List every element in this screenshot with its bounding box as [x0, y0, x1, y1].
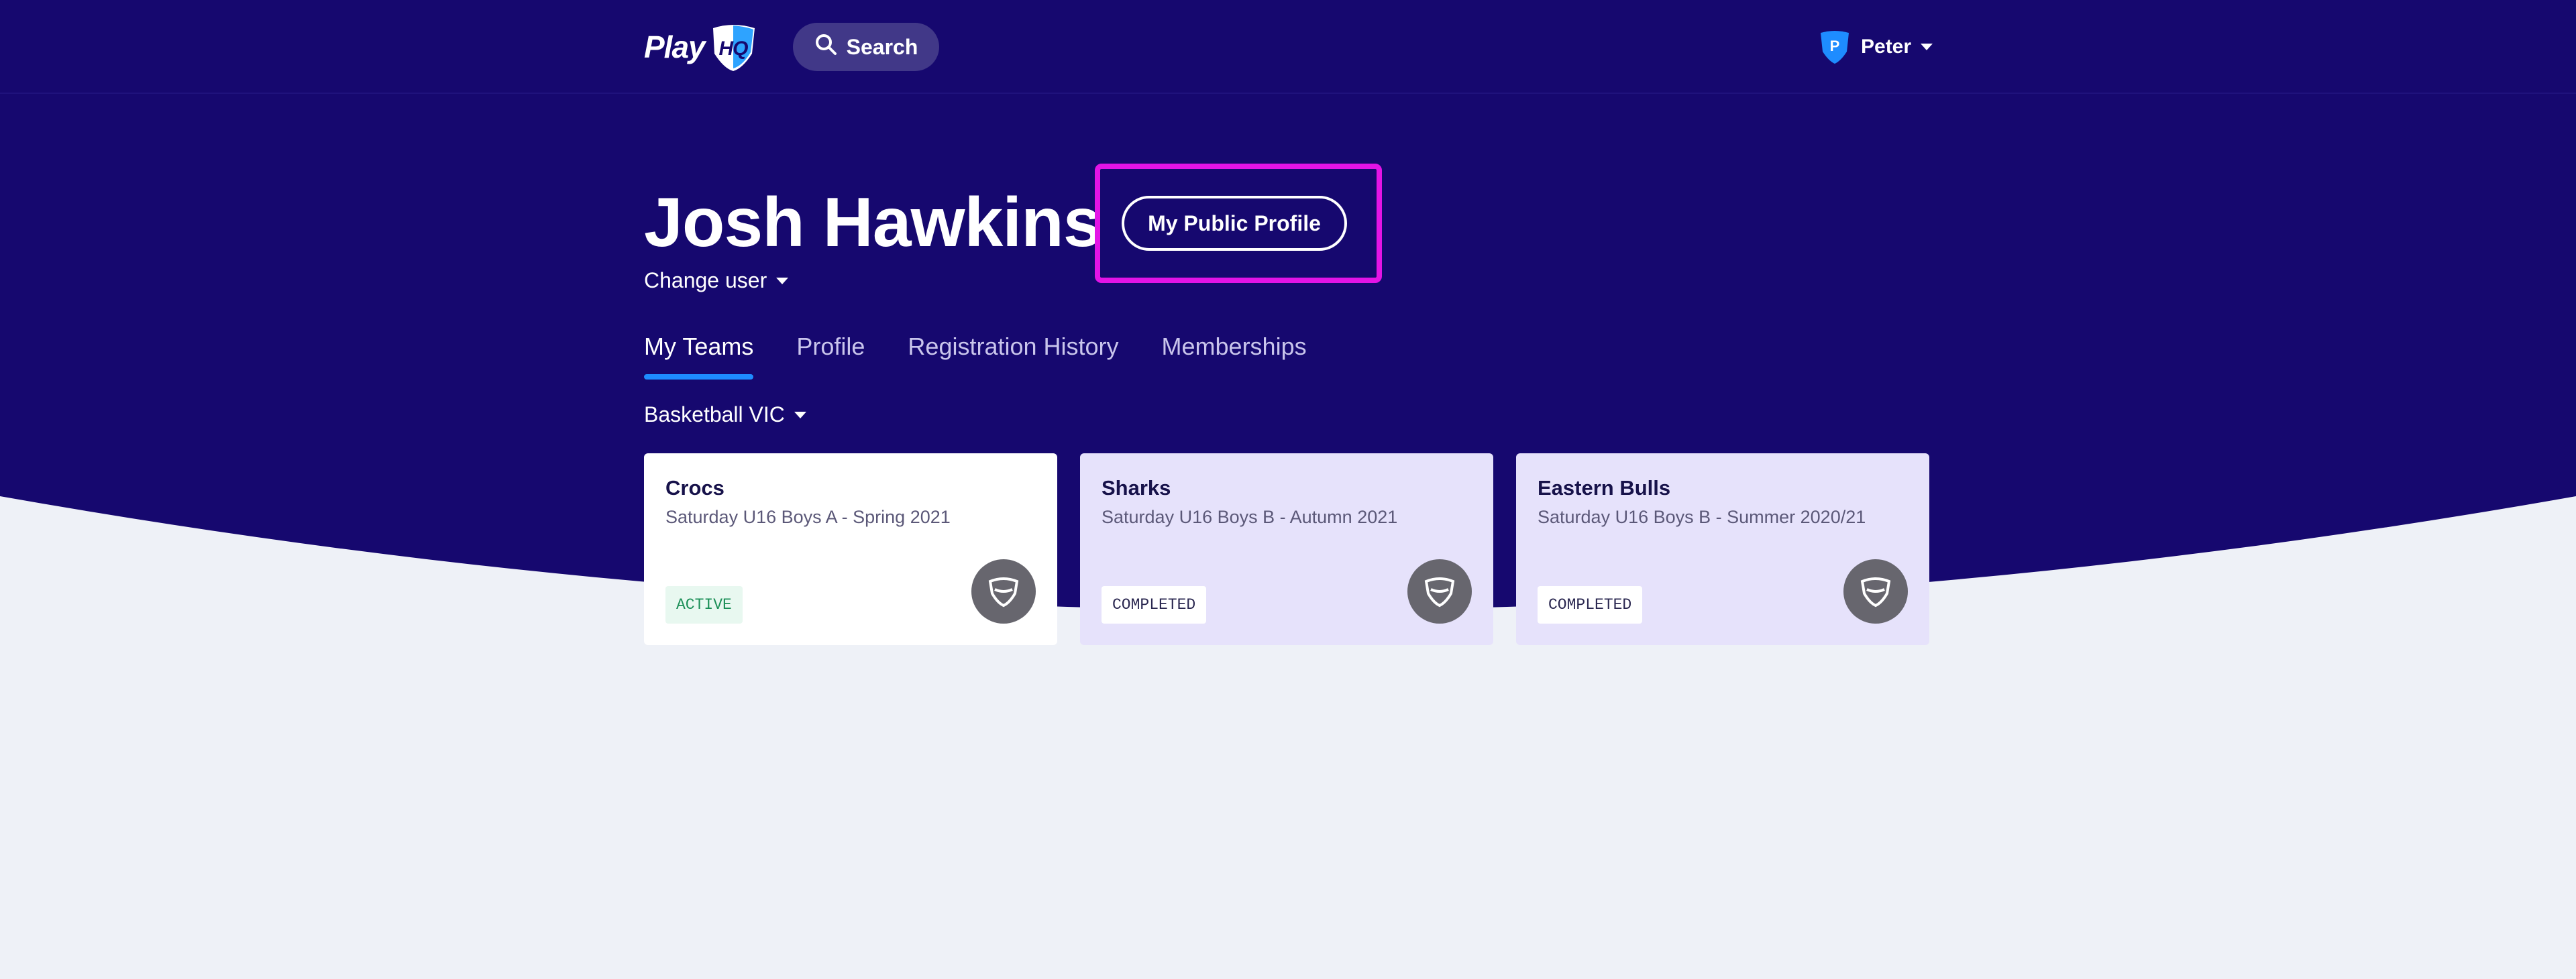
status-badge: COMPLETED — [1102, 586, 1207, 624]
team-shield-icon — [1407, 559, 1472, 624]
logo-text: Play — [644, 30, 706, 64]
top-navigation-bar — [0, 0, 2576, 94]
organisation-label: Basketball VIC — [644, 402, 785, 426]
change-user-label: Change user — [644, 268, 767, 292]
my-public-profile-button[interactable]: My Public Profile — [1122, 196, 1347, 251]
team-name: Crocs — [665, 476, 724, 500]
team-card[interactable]: Sharks Saturday U16 Boys B - Autumn 2021… — [1080, 453, 1493, 645]
tab-registration-history[interactable]: Registration History — [908, 329, 1118, 380]
tab-profile[interactable]: Profile — [796, 329, 865, 380]
playhq-logo[interactable]: Play HQ — [644, 19, 759, 75]
chevron-down-icon — [794, 411, 806, 418]
page-title: Josh Hawkins — [644, 184, 1102, 262]
team-competition: Saturday U16 Boys B - Summer 2020/21 — [1538, 507, 1866, 527]
status-badge: COMPLETED — [1538, 586, 1643, 624]
team-competition: Saturday U16 Boys B - Autumn 2021 — [1102, 507, 1398, 527]
chevron-down-icon — [776, 277, 789, 284]
chevron-down-icon — [1921, 44, 1933, 50]
team-shield-icon — [1843, 559, 1908, 624]
user-initial: P — [1830, 38, 1840, 54]
team-card[interactable]: Crocs Saturday U16 Boys A - Spring 2021 … — [644, 453, 1057, 645]
search-label: Search — [846, 34, 918, 59]
tab-memberships[interactable]: Memberships — [1162, 329, 1307, 380]
user-avatar-icon: P — [1818, 29, 1851, 65]
user-name: Peter — [1861, 36, 1912, 58]
team-competition: Saturday U16 Boys A - Spring 2021 — [665, 507, 951, 527]
logo-shield-icon: HQ — [708, 21, 759, 72]
user-menu[interactable]: P Peter — [1818, 27, 1933, 67]
status-badge: ACTIVE — [665, 586, 743, 624]
logo-badge-text: HQ — [718, 38, 748, 60]
team-name: Sharks — [1102, 476, 1171, 500]
tab-my-teams[interactable]: My Teams — [644, 329, 754, 380]
team-cards: Crocs Saturday U16 Boys A - Spring 2021 … — [644, 453, 1929, 645]
team-card[interactable]: Eastern Bulls Saturday U16 Boys B - Summ… — [1516, 453, 1929, 645]
organisation-dropdown[interactable]: Basketball VIC — [644, 402, 806, 427]
profile-tabs: My Teams Profile Registration History Me… — [644, 329, 1307, 382]
team-name: Eastern Bulls — [1538, 476, 1671, 500]
change-user-dropdown[interactable]: Change user — [644, 268, 789, 293]
search-button[interactable]: Search — [793, 23, 939, 71]
team-shield-icon — [971, 559, 1036, 624]
search-icon — [814, 33, 837, 61]
